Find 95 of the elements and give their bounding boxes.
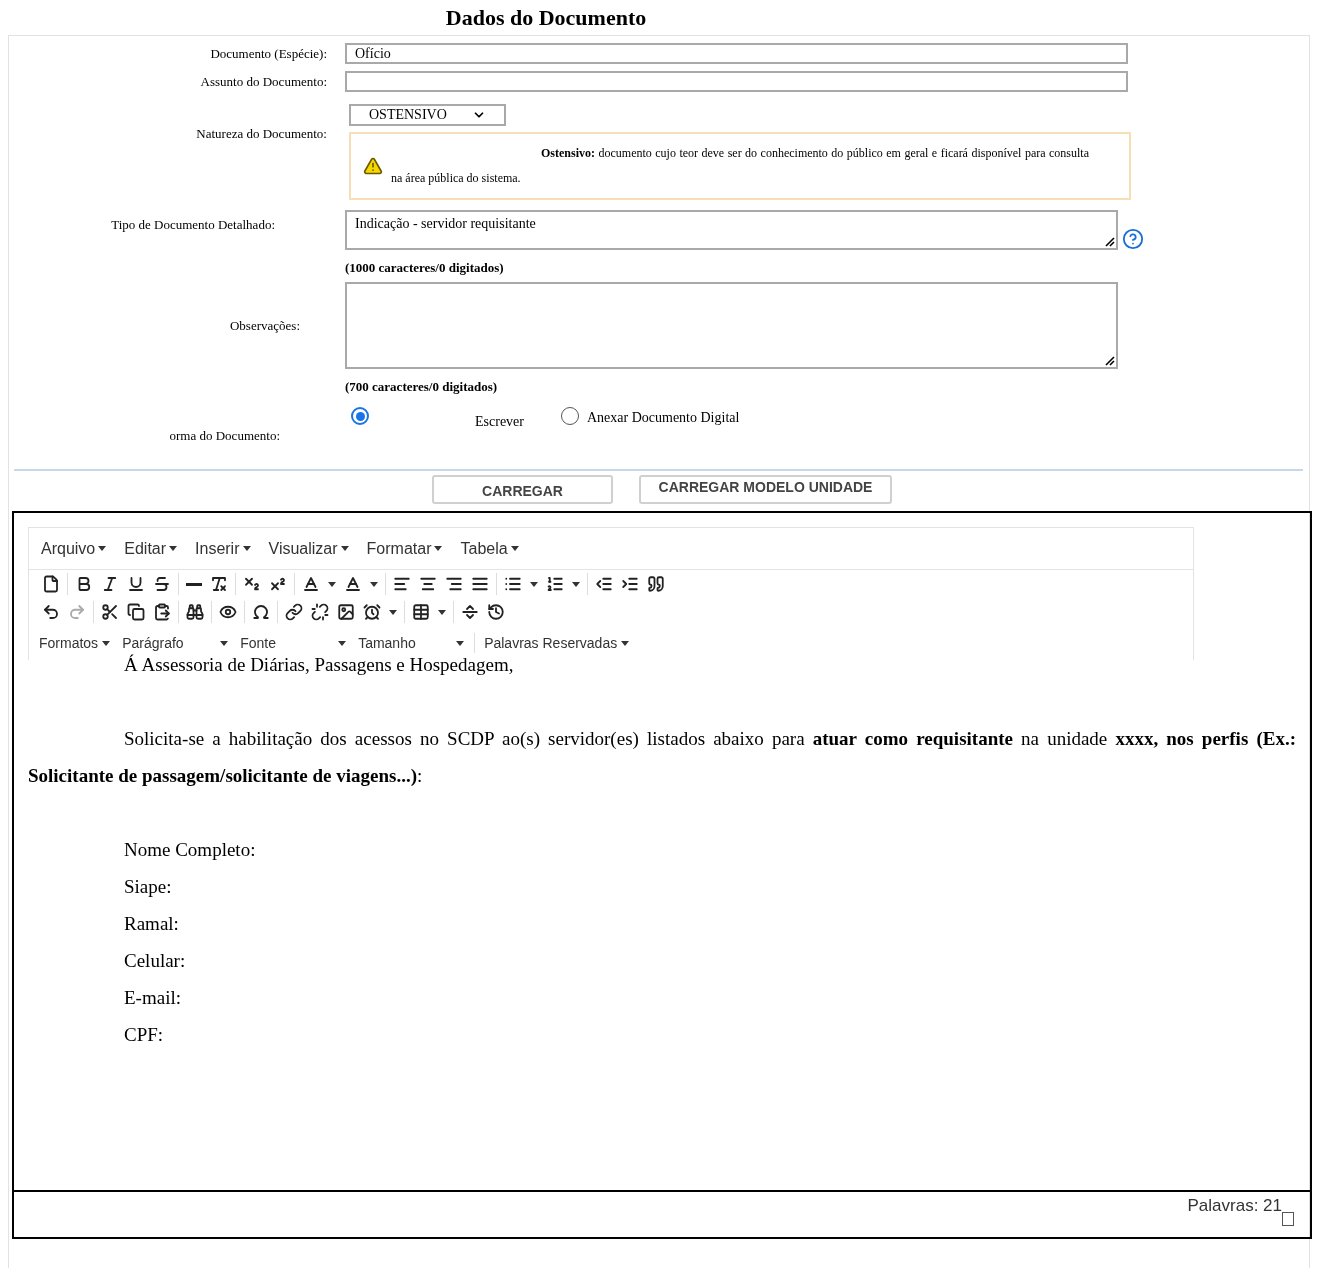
image-icon [337,603,355,621]
link-icon [285,603,303,621]
load-button[interactable]: CARREGAR [432,475,613,504]
toolbar-button[interactable] [183,580,205,588]
text-line: Celular: [123,949,187,973]
field-label: orma do Documento: [168,428,281,444]
table-icon [412,603,430,621]
caret-icon [338,640,347,646]
caret-icon [370,581,378,587]
format-dropdown[interactable]: Tamanho [352,633,471,653]
textarea-field[interactable] [345,282,1118,369]
text-line: Ramal: [123,912,180,936]
caret-icon [572,581,580,587]
unlink-icon [311,603,329,621]
field-label: Natureza do Documento: [195,126,327,142]
outdent-icon [595,575,613,593]
page-title: Dados do Documento [444,5,648,32]
superscript-icon [269,575,287,593]
format-dropdown[interactable]: Formatos [33,633,117,653]
caret-icon [169,546,178,551]
caret-icon [530,581,538,587]
field-label: Tipo de Documento Detalhado: [110,217,276,233]
format-dropdown[interactable]: Parágrafo [116,633,235,653]
character-counter: (700 caracteres/0 digitados) [345,379,498,395]
italic-icon [101,575,119,593]
resize-handle-icon[interactable] [1282,1212,1294,1226]
background-color-icon [344,575,362,593]
caret-icon [438,609,446,615]
caret-icon [102,640,111,646]
select-field[interactable]: OSTENSIVO [349,104,506,126]
paragraph: Solicita-se a habilitação dos acessos no SCDP ao(s) servidor(es) listados abaixo para atuar como requisitante na unidade xxxx, nos perfis (Ex.: Solicitante de passagem/solicitante de viagens...): [28,727,1296,788]
copy-icon [127,603,145,621]
caret-icon [328,581,336,587]
indent-icon [621,575,639,593]
radio-option[interactable]: Escrever [351,407,524,430]
redo-icon [68,603,86,621]
character-counter: (1000 caracteres/0 digitados) [345,260,504,276]
field-label: Observações: [228,317,301,334]
caret-icon [389,609,397,615]
scissors-icon [101,603,119,621]
resize-handle-icon[interactable] [1103,235,1115,247]
menu-item[interactable]: Visualizar [260,535,357,562]
word-count: Palavras: 21 [1187,1196,1282,1216]
align-justify-icon [471,575,489,593]
field-label: Documento (Espécie): [209,46,327,62]
text-line: Á Assessoria de Diárias, Passagens e Hospedagem, [123,653,515,677]
eye-icon [219,603,237,621]
input-field[interactable] [345,71,1128,92]
help-icon[interactable] [1122,228,1144,250]
omega-icon [252,603,270,621]
document-icon [42,575,60,593]
subscript-icon [243,575,261,593]
strikethrough-icon [153,575,171,593]
menu-item[interactable]: Tabela [452,535,527,562]
radio-option[interactable]: Anexar Documento Digital [560,407,740,426]
input-field[interactable]: Ofício [345,43,1128,64]
history-icon [487,603,505,621]
text-line: CPF: [123,1023,165,1047]
caret-icon [621,640,630,646]
caret-icon [340,546,349,551]
undo-icon [42,603,60,621]
binoculars-icon [186,603,204,621]
format-dropdown[interactable]: Fonte [234,633,353,653]
textarea-field[interactable]: Indicação - servidor requisitante [345,210,1118,250]
notice-text: Ostensivo: documento cujo teor deve ser do conhecimento do público em geral e ficará disponível para consulta na área pública do sistema. [391,145,1089,187]
align-center-icon [419,575,437,593]
menu-item[interactable]: Formatar [358,535,451,562]
text-color-icon [302,575,320,593]
menu-item[interactable]: Arquivo [33,535,115,562]
text-line: Nome Completo: [123,838,257,862]
caret-icon [434,546,443,551]
field-label: Assunto do Documento: [199,74,327,90]
caret-icon [220,640,229,646]
resize-handle-icon[interactable] [1103,354,1115,366]
format-dropdown[interactable]: Palavras Reservadas [474,633,636,653]
caret-icon [456,640,465,646]
page-break-icon [461,603,479,621]
warning-icon [363,156,383,176]
paste-icon [153,603,171,621]
menu-item[interactable]: Editar [116,535,186,562]
caret-icon [510,546,519,551]
text-line: Siape: [123,875,173,899]
quote-icon [647,575,665,593]
align-right-icon [445,575,463,593]
clear-formatting-icon [210,575,228,593]
caret-icon [242,546,251,551]
numbered-list-icon [546,575,564,593]
bullet-list-icon [504,575,522,593]
load-button[interactable]: CARREGAR MODELO UNIDADE [639,475,892,504]
align-left-icon [393,575,411,593]
caret-icon [98,546,107,551]
underline-icon [127,575,145,593]
menu-item[interactable]: Inserir [187,535,259,562]
text-line: E-mail: [123,986,182,1010]
alarm-clock-icon [363,603,381,621]
